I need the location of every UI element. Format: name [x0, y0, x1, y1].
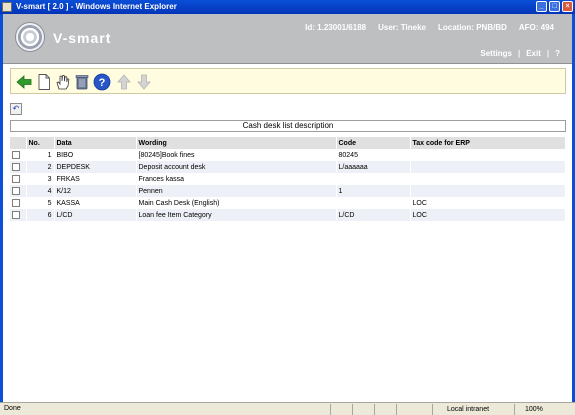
row-checkbox[interactable] — [12, 163, 20, 171]
settings-link[interactable]: Settings — [480, 49, 512, 58]
row-data: KASSA — [54, 197, 137, 209]
help-icon[interactable]: ? — [93, 73, 111, 91]
move-up-arrow-icon[interactable] — [115, 73, 133, 91]
table-row[interactable]: 4 K/12 Pennen 1 — [10, 185, 566, 197]
row-tax — [410, 149, 566, 161]
close-button[interactable]: × — [562, 1, 573, 12]
row-code: 1 — [336, 185, 411, 197]
move-down-arrow-icon[interactable] — [135, 73, 153, 91]
row-tax — [410, 173, 566, 185]
afo-label: AFO: 494 — [518, 23, 554, 32]
row-no: 3 — [26, 173, 55, 185]
row-data: BIBO — [54, 149, 137, 161]
row-no: 5 — [26, 197, 55, 209]
session-info: Id: 1.23001/6188 User: Tineke Location: … — [305, 23, 554, 32]
zone-label: Local intranet — [447, 406, 490, 413]
security-zone: Local intranet — [432, 404, 489, 415]
row-wording: [80245]Book fines — [136, 149, 337, 161]
table-row[interactable]: 2 DEPDESK Deposit account desk L/aaaaaa — [10, 161, 566, 173]
svg-text:?: ? — [99, 77, 106, 89]
vsmart-logo-icon — [15, 22, 45, 52]
id-label: Id: 1.23001/6188 — [305, 23, 367, 32]
row-data: L/CD — [54, 209, 137, 221]
row-tax: LOC — [410, 209, 566, 221]
window-title: V-smart [ 2.0 ] - Windows Internet Explo… — [16, 2, 177, 11]
app-header: V-smart Id: 1.23001/6188 User: Tineke Lo… — [3, 14, 572, 64]
row-data: FRKAS — [54, 173, 137, 185]
row-checkbox[interactable] — [12, 151, 20, 159]
row-no: 6 — [26, 209, 55, 221]
row-wording: Deposit account desk — [136, 161, 337, 173]
row-data: K/12 — [54, 185, 137, 197]
row-code: L/CD — [336, 209, 411, 221]
wording-column-header: Wording — [136, 137, 337, 149]
row-tax — [410, 161, 566, 173]
app-icon — [2, 2, 12, 12]
row-checkbox[interactable] — [12, 211, 20, 219]
table-row[interactable]: 1 BIBO [80245]Book fines 80245 — [10, 149, 566, 161]
status-bar: Done Local intranet 100% — [0, 402, 575, 415]
tax-column-header: Tax code for ERP — [410, 137, 566, 149]
exit-link[interactable]: Exit — [526, 49, 541, 58]
row-wording: Loan fee Item Category — [136, 209, 337, 221]
code-column-header: Code — [336, 137, 411, 149]
minimize-button[interactable]: _ — [536, 1, 547, 12]
row-tax: LOC — [410, 197, 566, 209]
row-wording: Frances kassa — [136, 173, 337, 185]
table-row[interactable]: 5 KASSA Main Cash Desk (English) LOC — [10, 197, 566, 209]
table-row[interactable]: 6 L/CD Loan fee Item Category L/CD LOC — [10, 209, 566, 221]
new-document-icon[interactable] — [35, 73, 53, 91]
table-row[interactable]: 3 FRKAS Frances kassa — [10, 173, 566, 185]
zoom-control[interactable]: 100% — [514, 404, 543, 415]
row-no: 4 — [26, 185, 55, 197]
back-arrow-icon[interactable] — [15, 73, 33, 91]
row-checkbox[interactable] — [12, 199, 20, 207]
row-code — [336, 197, 411, 209]
undo-selection-icon[interactable]: ↶ — [10, 103, 22, 115]
row-no: 1 — [26, 149, 55, 161]
cash-desk-table: No. Data Wording Code Tax code for ERP 1… — [10, 137, 566, 221]
data-column-header: Data — [54, 137, 137, 149]
row-tax — [410, 185, 566, 197]
row-wording: Pennen — [136, 185, 337, 197]
user-label: User: Tineke — [378, 23, 426, 32]
select-hand-icon[interactable] — [53, 73, 71, 91]
table-header-row: No. Data Wording Code Tax code for ERP — [10, 137, 566, 149]
help-link[interactable]: ? — [555, 49, 560, 58]
row-code — [336, 173, 411, 185]
window-titlebar: V-smart [ 2.0 ] - Windows Internet Explo… — [0, 0, 575, 14]
delete-bin-icon[interactable] — [73, 73, 91, 91]
row-data: DEPDESK — [54, 161, 137, 173]
select-column-header — [10, 137, 27, 149]
page-title: Cash desk list description — [10, 120, 566, 132]
status-text: Done — [4, 405, 21, 412]
toolbar: ? — [10, 68, 566, 94]
header-links: Settings | Exit | ? — [480, 49, 560, 58]
no-column-header: No. — [26, 137, 55, 149]
row-code: L/aaaaaa — [336, 161, 411, 173]
row-checkbox[interactable] — [12, 187, 20, 195]
zoom-level: 100% — [525, 406, 543, 413]
maximize-button[interactable]: □ — [549, 1, 560, 12]
location-label: Location: PNB/BD — [437, 23, 507, 32]
row-no: 2 — [26, 161, 55, 173]
row-code: 80245 — [336, 149, 411, 161]
brand-name: V-smart — [53, 30, 112, 46]
row-wording: Main Cash Desk (English) — [136, 197, 337, 209]
row-checkbox[interactable] — [12, 175, 20, 183]
